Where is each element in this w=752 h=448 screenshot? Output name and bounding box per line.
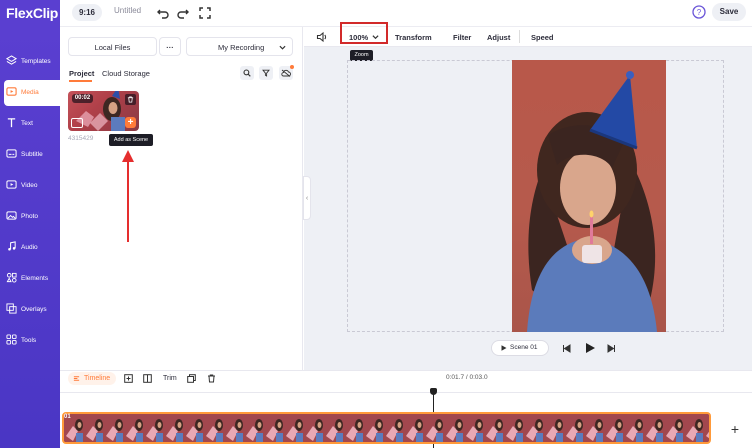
cloud-off-icon	[281, 69, 291, 77]
tools-icon	[6, 334, 17, 345]
add-scene-icon[interactable]	[124, 374, 133, 383]
project-title[interactable]: Untitled	[114, 6, 141, 15]
templates-icon	[6, 55, 17, 65]
next-icon[interactable]	[607, 344, 616, 353]
speed-button[interactable]: Speed	[531, 33, 554, 42]
sidebar-item-photo[interactable]: Photo	[0, 204, 60, 230]
timeline-ruler	[60, 387, 752, 393]
video-icon	[6, 180, 17, 189]
elements-icon	[6, 272, 17, 283]
sidebar-item-label: Elements	[21, 275, 49, 282]
scene-icon	[71, 118, 83, 128]
sidebar-item-label: Audio	[21, 244, 38, 251]
add-as-scene-button[interactable]: +	[125, 117, 136, 128]
filter-button[interactable]	[259, 66, 273, 80]
toolbar-divider	[519, 30, 520, 43]
overlays-icon	[6, 303, 17, 314]
chevron-down-icon	[279, 45, 286, 50]
transform-button[interactable]: Transform	[395, 33, 432, 42]
duplicate-icon[interactable]	[187, 374, 196, 383]
my-recording-dropdown[interactable]: My Recording	[186, 37, 293, 56]
volume-icon[interactable]	[316, 31, 328, 43]
undo-icon[interactable]	[156, 6, 170, 20]
clip-number: 01	[64, 414, 71, 420]
sidebar-item-label: Overlays	[21, 306, 47, 313]
timeline-time: 0:01.7 / 0:03.0	[446, 374, 488, 381]
delete-icon[interactable]	[207, 374, 216, 383]
sidebar-item-media[interactable]: Media	[4, 80, 60, 106]
scene-play-button[interactable]: Scene 01	[491, 340, 549, 356]
help-icon[interactable]: ?	[692, 5, 706, 19]
split-icon[interactable]	[143, 374, 152, 383]
tab-cloud-storage[interactable]: Cloud Storage	[102, 69, 150, 78]
media-icon	[6, 87, 17, 96]
sidebar-item-text[interactable]: Text	[0, 111, 60, 137]
cloud-sync-button[interactable]	[279, 65, 294, 80]
filter-icon	[262, 69, 270, 77]
add-as-scene-tooltip: Add as Scene	[109, 134, 153, 146]
timeline-label: Timeline	[84, 375, 111, 382]
sidebar-item-elements[interactable]: Elements	[0, 266, 60, 292]
sidebar-item-label: Tools	[21, 337, 37, 344]
sidebar-item-overlays[interactable]: Overlays	[0, 297, 60, 323]
search-icon	[243, 69, 251, 77]
sidebar-item-label: Video	[21, 182, 38, 189]
save-button[interactable]: Save	[712, 3, 746, 21]
active-tab-underline	[69, 80, 92, 82]
sidebar-item-video[interactable]: Video	[0, 173, 60, 199]
sidebar-item-label: Subtitle	[21, 151, 43, 158]
sidebar-item-audio[interactable]: Audio	[0, 235, 60, 261]
timeline-toggle[interactable]: Timeline	[68, 372, 116, 385]
scene-photo	[527, 71, 657, 332]
thumbnail-id: 4315429	[68, 135, 94, 142]
sidebar-item-label: Text	[21, 120, 33, 127]
text-icon	[7, 118, 16, 128]
sidebar-item-tools[interactable]: Tools	[0, 328, 60, 354]
thumbnail-duration: 00:02	[72, 94, 93, 103]
arrow-shaft-annotation	[127, 160, 129, 242]
app-logo[interactable]: FlexClip	[6, 5, 58, 21]
play-icon[interactable]	[584, 342, 596, 354]
zoom-highlight-annotation	[340, 22, 388, 44]
filter-tool-button[interactable]: Filter	[453, 33, 471, 42]
sidebar: Templates Media Text Subtitle Video Phot…	[0, 27, 60, 448]
sidebar-item-label: Photo	[21, 213, 38, 220]
scene-video-preview[interactable]	[512, 60, 666, 332]
add-clip-button[interactable]: +	[720, 414, 750, 444]
thumbnail-delete-button[interactable]	[125, 94, 136, 105]
trim-button[interactable]: Trim	[163, 375, 177, 382]
audio-icon	[8, 241, 16, 251]
timeline-clip[interactable]	[62, 412, 711, 444]
search-button[interactable]	[240, 66, 254, 80]
subtitle-icon	[6, 149, 17, 158]
notification-dot	[290, 65, 294, 69]
previous-icon[interactable]	[562, 344, 571, 353]
sidebar-item-label: Media	[21, 89, 39, 96]
adjust-button[interactable]: Adjust	[487, 33, 510, 42]
collapse-panel-button[interactable]: ‹	[303, 176, 311, 220]
fullscreen-icon[interactable]	[198, 6, 212, 20]
play-icon	[501, 345, 507, 351]
timeline-icon	[73, 376, 80, 381]
sidebar-item-subtitle[interactable]: Subtitle	[0, 142, 60, 168]
aspect-ratio-button[interactable]: 9:16	[72, 4, 102, 21]
trash-icon	[127, 96, 134, 103]
photo-icon	[6, 211, 17, 220]
sidebar-item-label: Templates	[21, 58, 51, 65]
playhead-handle[interactable]	[430, 388, 437, 395]
local-files-button[interactable]: Local Files	[68, 37, 157, 56]
svg-text:?: ?	[697, 8, 702, 17]
scene-label: Scene 01	[510, 344, 538, 351]
redo-icon[interactable]	[176, 6, 190, 20]
sidebar-item-templates[interactable]: Templates	[0, 49, 60, 75]
more-options-button[interactable]: ···	[159, 37, 181, 56]
my-recording-label: My Recording	[218, 43, 265, 52]
tab-project[interactable]: Project	[69, 69, 94, 78]
clip-filmstrip	[64, 414, 709, 442]
